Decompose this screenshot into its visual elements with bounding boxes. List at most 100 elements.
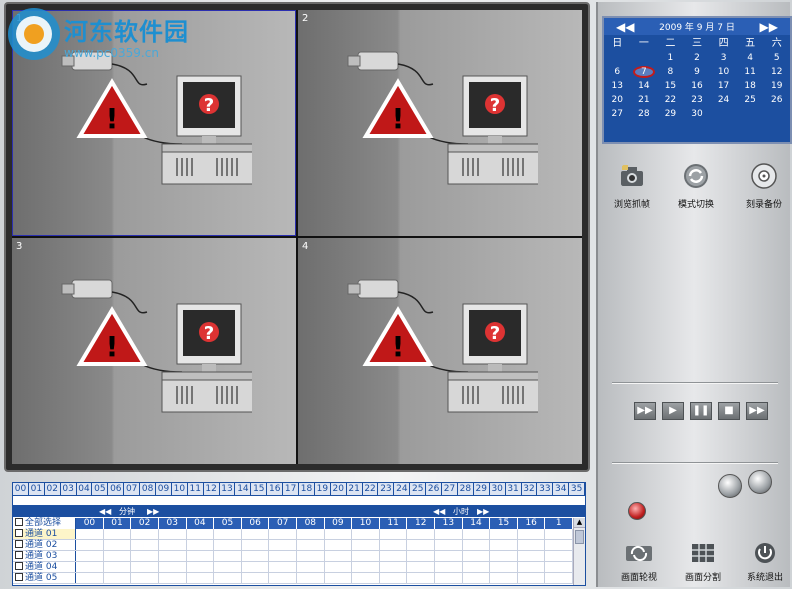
hour-next-button[interactable]: ▶▶: [477, 506, 489, 517]
hour-tick[interactable]: 02: [45, 483, 61, 495]
channel-view-3[interactable]: 3 ! ?: [12, 238, 296, 464]
grid-cell[interactable]: [325, 573, 353, 583]
table-row[interactable]: 通道 03: [13, 551, 574, 562]
grid-cell[interactable]: [325, 551, 353, 561]
stop-button[interactable]: ■: [718, 402, 740, 420]
grid-cell[interactable]: [518, 540, 546, 550]
fast-back-button[interactable]: ▶▶: [634, 402, 656, 420]
grid-cell[interactable]: [545, 551, 574, 561]
grid-cell[interactable]: [269, 529, 297, 539]
grid-cell[interactable]: [242, 551, 270, 561]
grid-cell[interactable]: [76, 573, 104, 583]
grid-cell[interactable]: [325, 562, 353, 572]
hour-tick[interactable]: 16: [267, 483, 284, 495]
grid-cell[interactable]: [463, 562, 491, 572]
refresh-round-icon[interactable]: [748, 470, 772, 494]
table-row[interactable]: 通道 04: [13, 562, 574, 573]
grid-cell[interactable]: [545, 529, 574, 539]
grid-cell[interactable]: [269, 540, 297, 550]
grid-cell[interactable]: [380, 573, 408, 583]
grid-cell[interactable]: [159, 562, 187, 572]
screen-rotate-button[interactable]: 画面轮视: [614, 542, 664, 583]
calendar-day[interactable]: 3: [710, 52, 737, 64]
hour-tick[interactable]: 17: [283, 483, 300, 495]
hour-tick[interactable]: 07: [124, 483, 141, 495]
grid-cell[interactable]: [490, 540, 518, 550]
calendar-day[interactable]: 16: [684, 80, 711, 92]
grid-cell[interactable]: [187, 529, 215, 539]
grid-cell[interactable]: [325, 540, 353, 550]
calendar-day[interactable]: 11: [737, 66, 764, 78]
grid-cell[interactable]: [159, 551, 187, 561]
grid-cell[interactable]: [518, 573, 546, 583]
grid-cell[interactable]: [352, 573, 380, 583]
grid-cell[interactable]: [325, 529, 353, 539]
grid-cell[interactable]: [407, 529, 436, 539]
grid-cell[interactable]: [545, 540, 574, 550]
grid-cell[interactable]: [545, 573, 574, 583]
hour-tick[interactable]: 01: [29, 483, 45, 495]
grid-cell[interactable]: [131, 562, 159, 572]
grid-cell[interactable]: [214, 540, 242, 550]
grid-cell[interactable]: [159, 529, 187, 539]
grid-cell[interactable]: [435, 573, 463, 583]
grid-cell[interactable]: [518, 562, 546, 572]
table-row[interactable]: 通道 02: [13, 540, 574, 551]
grid-cell[interactable]: [518, 529, 546, 539]
pause-button[interactable]: ❚❚: [690, 402, 712, 420]
grid-cell[interactable]: [269, 573, 297, 583]
hour-tick[interactable]: 35: [569, 483, 586, 495]
hour-tick[interactable]: 12: [204, 483, 220, 495]
vertical-scrollbar[interactable]: ▲: [573, 518, 585, 585]
grid-cell[interactable]: [214, 573, 242, 583]
grid-cell[interactable]: [435, 551, 463, 561]
table-row[interactable]: 通道 05: [13, 573, 574, 584]
grid-cell[interactable]: [214, 551, 242, 561]
grid-cell[interactable]: [104, 551, 132, 561]
hour-tick[interactable]: 25: [410, 483, 427, 495]
channel-checkbox[interactable]: 通道 03: [13, 551, 77, 561]
grid-cell[interactable]: [435, 540, 463, 550]
hour-tick[interactable]: 06: [108, 483, 125, 495]
grid-cell[interactable]: [297, 529, 325, 539]
grid-cell[interactable]: [104, 562, 132, 572]
grid-cell[interactable]: [242, 573, 270, 583]
grid-cell[interactable]: [214, 562, 242, 572]
grid-cell[interactable]: [490, 529, 518, 539]
grid-cell[interactable]: [463, 573, 491, 583]
scroll-up-icon[interactable]: ▲: [574, 518, 585, 528]
checkbox-icon[interactable]: [15, 529, 23, 537]
calendar-day[interactable]: 15: [657, 80, 684, 92]
burn-backup-button[interactable]: 刻录备份: [734, 162, 792, 210]
hour-tick[interactable]: 23: [378, 483, 395, 495]
grid-cell[interactable]: [407, 562, 436, 572]
grid-cell[interactable]: [269, 551, 297, 561]
hour-tick[interactable]: 04: [77, 483, 93, 495]
grid-cell[interactable]: [76, 562, 104, 572]
calendar-day[interactable]: 19: [763, 80, 790, 92]
hour-tick[interactable]: 13: [220, 483, 236, 495]
calendar-day[interactable]: 27: [604, 108, 631, 120]
hour-tick[interactable]: 29: [474, 483, 490, 495]
system-exit-button[interactable]: 系统退出: [740, 542, 790, 583]
timeline-track[interactable]: [13, 496, 585, 506]
checkbox-icon[interactable]: [15, 573, 23, 581]
grid-cell[interactable]: [76, 540, 104, 550]
hour-tick[interactable]: 31: [506, 483, 522, 495]
grid-cell[interactable]: [187, 551, 215, 561]
grid-cell[interactable]: [131, 573, 159, 583]
calendar-day[interactable]: 8: [657, 66, 684, 78]
grid-cell[interactable]: [352, 551, 380, 561]
grid-cell[interactable]: [242, 562, 270, 572]
channel-view-2[interactable]: 2 ! ?: [298, 10, 582, 236]
grid-cell[interactable]: [463, 551, 491, 561]
calendar-day[interactable]: 22: [657, 94, 684, 106]
calendar-day[interactable]: 18: [737, 80, 764, 92]
grid-cell[interactable]: [435, 529, 463, 539]
calendar-day[interactable]: 26: [763, 94, 790, 106]
channel-view-4[interactable]: 4 ! ?: [298, 238, 582, 464]
calendar-day[interactable]: 14: [631, 80, 658, 92]
grid-cell[interactable]: [518, 551, 546, 561]
grid-cell[interactable]: [131, 529, 159, 539]
table-row[interactable]: 通道 01: [13, 529, 574, 540]
